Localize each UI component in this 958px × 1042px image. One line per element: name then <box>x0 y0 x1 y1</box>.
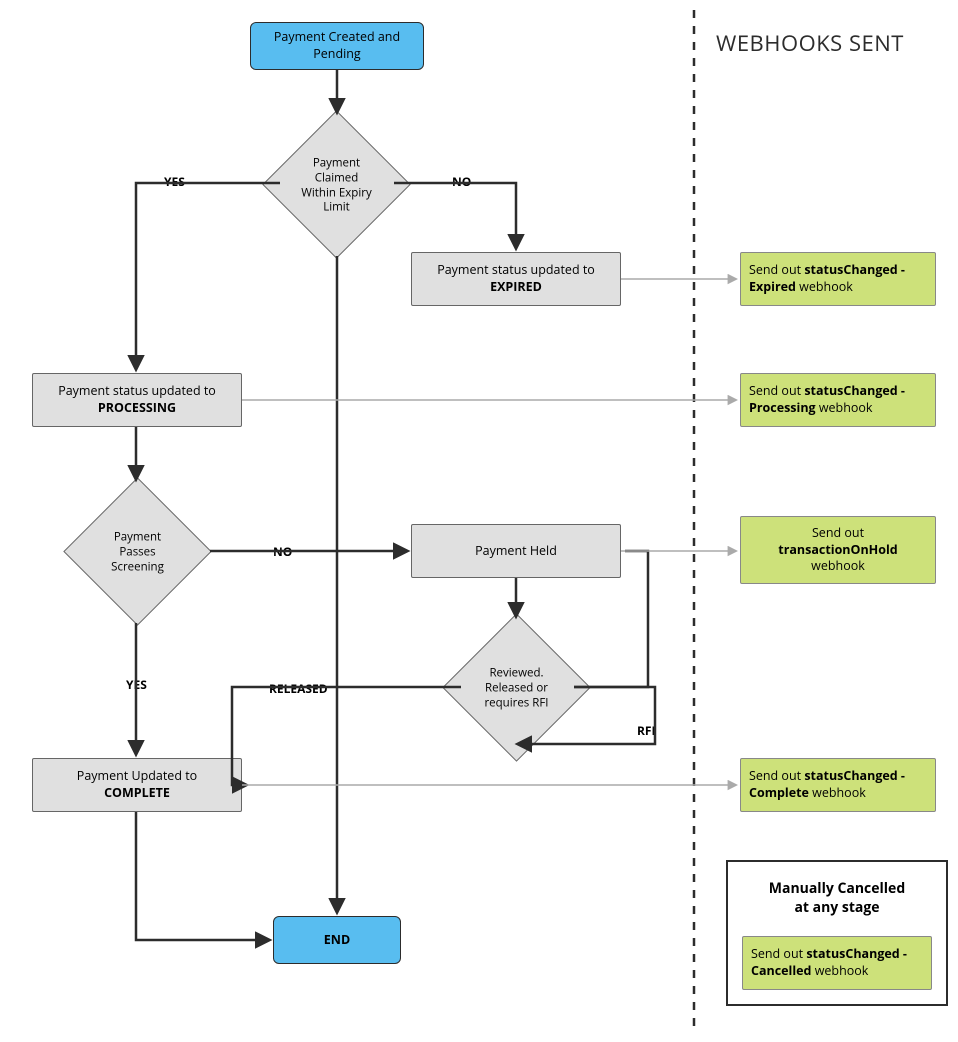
node-expired: Payment status updated toEXPIRED <box>411 252 621 306</box>
label-yes-1: YES <box>164 173 185 190</box>
label-no-1: NO <box>452 173 471 190</box>
node-complete: Payment Updated toCOMPLETE <box>32 758 242 812</box>
node-held: Payment Held <box>411 524 621 578</box>
webhook-complete: Send out statusChanged - Complete webhoo… <box>740 758 936 812</box>
node-end: END <box>273 916 401 964</box>
node-processing: Payment status updated toPROCESSING <box>32 373 242 427</box>
decision-screening: Payment Passes Screening <box>63 477 211 625</box>
decision-claimed: Payment Claimed Within Expiry Limit <box>262 110 410 258</box>
label-no-2: NO <box>273 543 292 560</box>
webhook-expired: Send out statusChanged - Expired webhook <box>740 252 936 306</box>
cancel-box-title: Manually Cancelledat any stage <box>742 880 932 918</box>
cancel-box: Manually Cancelledat any stage Send out … <box>726 860 948 1006</box>
label-rfi: RFI <box>637 722 655 739</box>
flowchart-canvas: WEBHOOKS SENT Payment Created andPending… <box>0 0 958 1042</box>
webhooks-header: WEBHOOKS SENT <box>716 28 904 58</box>
node-start: Payment Created andPending <box>250 22 424 70</box>
label-yes-2: YES <box>126 676 147 693</box>
webhook-processing: Send out statusChanged - Processing webh… <box>740 373 936 427</box>
webhook-cancelled: Send out statusChanged - Cancelled webho… <box>742 936 932 990</box>
decision-reviewed: Reviewed. Released or requires RFI <box>442 613 590 761</box>
label-released: RELEASED <box>269 680 328 697</box>
webhook-onhold: Send out transactionOnHold webhook <box>740 516 936 584</box>
